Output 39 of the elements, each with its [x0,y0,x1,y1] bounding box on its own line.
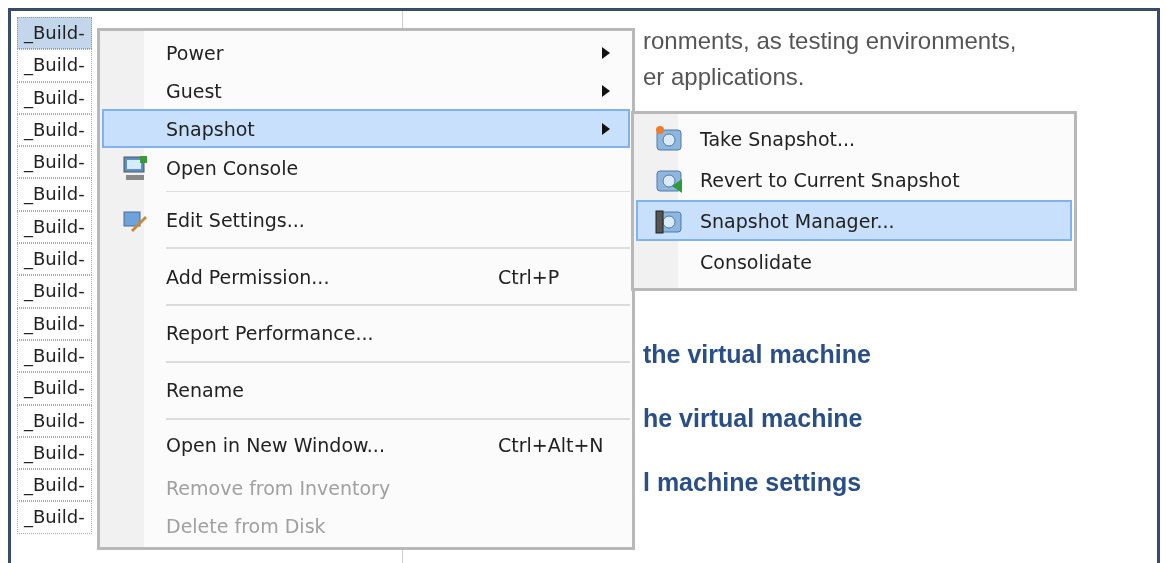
menu-item[interactable]: Edit Settings... [102,195,630,245]
tree-item[interactable]: _Build- [17,113,92,147]
tree-item[interactable]: _Build- [17,17,92,50]
menu-item[interactable]: Snapshot [102,109,630,148]
tree-item[interactable]: _Build- [17,81,92,114]
description-text: er applications. [643,62,806,92]
menu-item[interactable]: Guest [102,71,630,110]
submenu-arrow-icon [602,84,610,97]
tree-item[interactable]: _Build- [17,404,92,437]
menu-item[interactable]: Add Permission... Ctrl+P [102,252,630,302]
tree-item[interactable]: _Build- [17,307,92,340]
menu-item[interactable]: Snapshot Manager... [636,200,1072,241]
tree-item[interactable]: _Build- [17,372,92,405]
monitor-icon [121,153,149,182]
tree-item[interactable]: _Build- [17,178,92,211]
menu-item[interactable]: Take Snapshot... [636,118,1072,159]
menu-item[interactable]: Revert to Current Snapshot [636,159,1072,200]
tree-item[interactable]: _Build- [17,146,92,179]
description-text: ronments, as testing environments, [643,26,1018,56]
tree-item[interactable]: _Build- [17,210,92,244]
task-link[interactable]: the virtual machine [643,339,1157,370]
tree-item[interactable]: _Build- [17,469,92,502]
tree-item[interactable]: _Build- [17,436,92,470]
task-link[interactable]: he virtual machine [643,403,1157,434]
menu-item[interactable]: Report Performance... [102,308,630,358]
menu-item[interactable]: Consolidate [636,241,1072,282]
tree-item[interactable]: _Build- [17,339,92,373]
task-link[interactable]: l machine settings [643,467,1157,498]
menu-item[interactable]: Open Console [102,148,630,188]
submenu-arrow-icon [602,47,610,60]
tree-item[interactable]: _Build- [17,243,92,276]
menu-item[interactable]: Rename [102,365,630,415]
tree-item[interactable]: _Build- [17,501,92,534]
tree-item[interactable]: _Build- [17,49,92,82]
menu-item[interactable]: Power [102,35,630,72]
camera-icon [654,123,684,154]
tree-item[interactable]: _Build- [17,275,92,308]
submenu-arrow-icon [602,122,610,135]
menu-item[interactable]: Open in New Window... Ctrl+Alt+N [102,422,630,468]
